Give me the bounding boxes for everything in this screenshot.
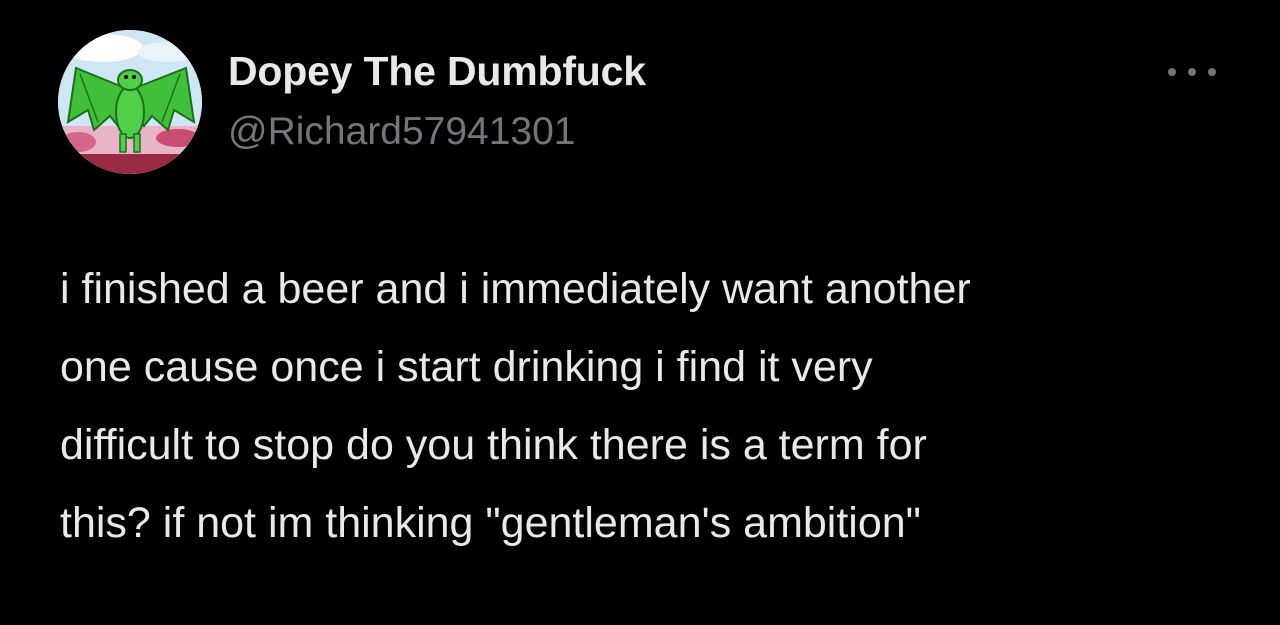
dot xyxy=(1168,68,1176,76)
tweet: Dopey The Dumbfuck @Richard57941301 i fi… xyxy=(0,0,1280,625)
tweet-text-line: i finished a beer and i immediately want… xyxy=(60,265,971,313)
user-handle[interactable]: @Richard57941301 xyxy=(228,110,576,154)
display-name[interactable]: Dopey The Dumbfuck xyxy=(228,48,646,95)
tweet-text-line: one cause once i start drinking i find i… xyxy=(60,343,873,391)
dragon-avatar-icon xyxy=(58,30,202,174)
tweet-text-line: difficult to stop do you think there is … xyxy=(60,421,927,469)
tweet-text: i finished a beer and i immediately want… xyxy=(60,250,1240,562)
tweet-text-line: this? if not im thinking "gentleman's am… xyxy=(60,499,921,547)
more-options-icon[interactable] xyxy=(1168,60,1216,84)
dot xyxy=(1208,68,1216,76)
avatar[interactable] xyxy=(58,30,202,174)
dot xyxy=(1188,68,1196,76)
